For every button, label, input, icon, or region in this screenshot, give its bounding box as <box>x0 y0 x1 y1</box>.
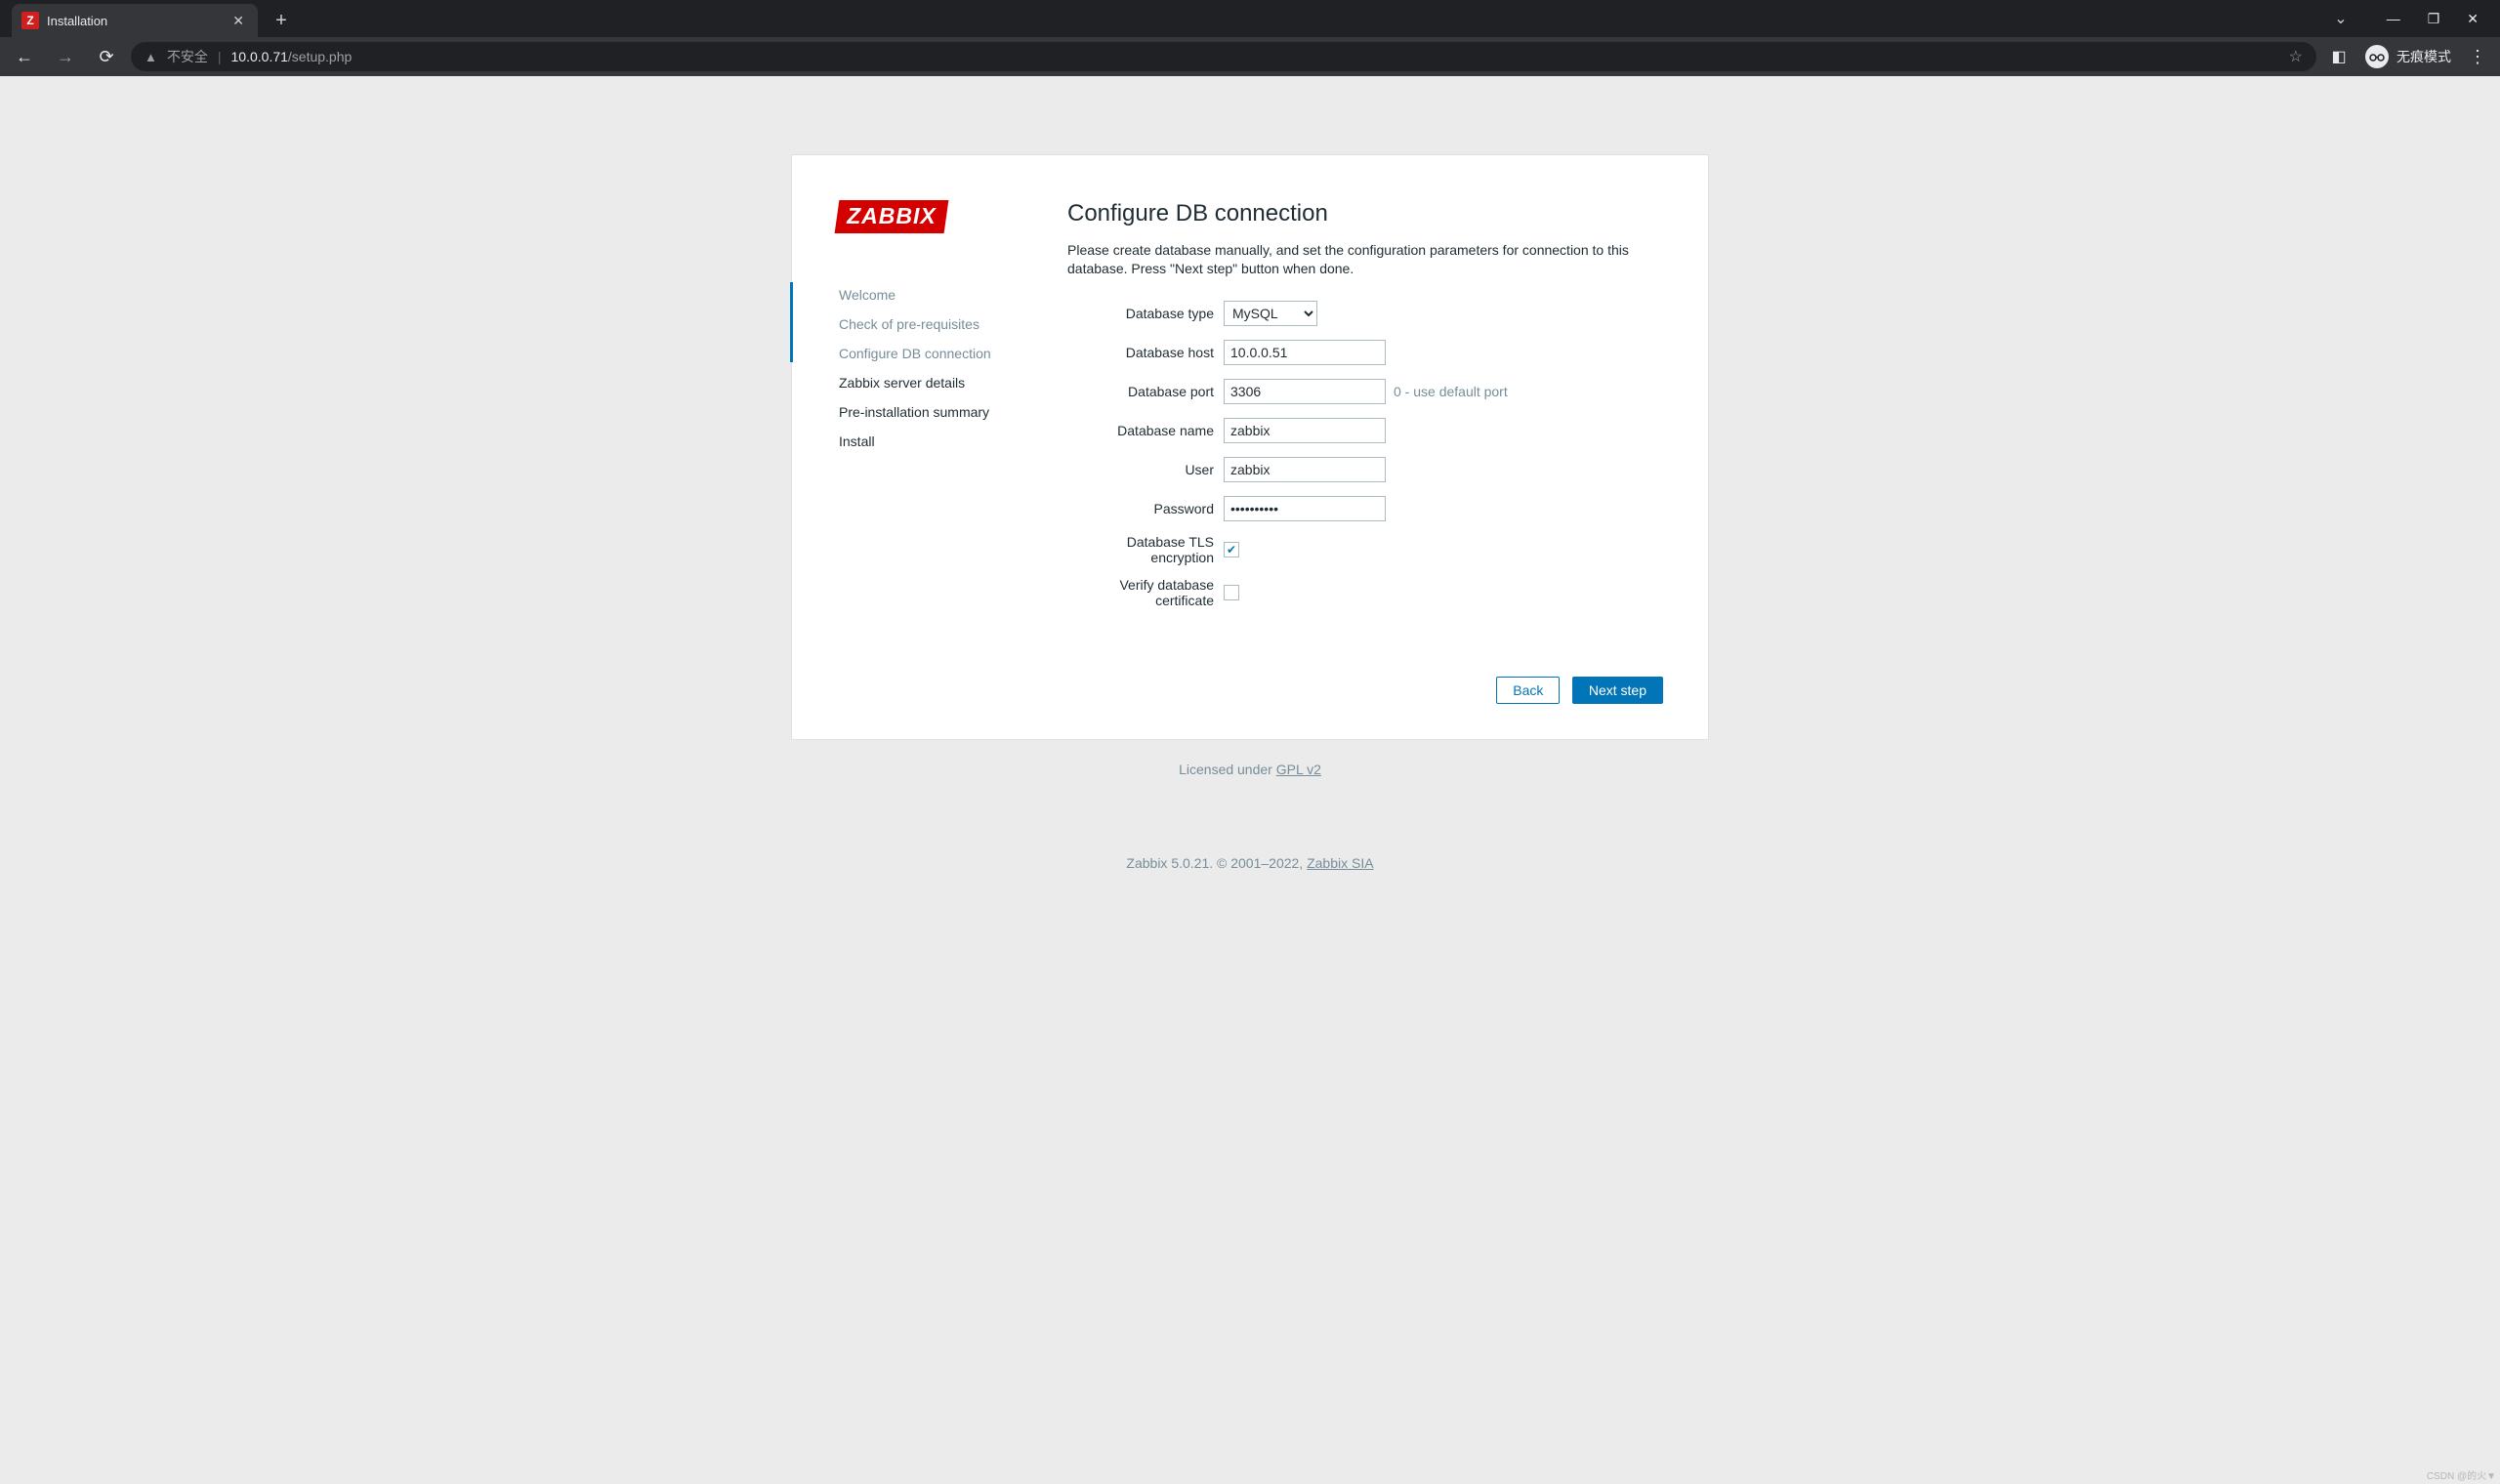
footer-link[interactable]: Zabbix SIA <box>1307 855 1373 871</box>
db-password-input[interactable] <box>1224 496 1386 521</box>
setup-steps-list: Welcome Check of pre-requisites Configur… <box>837 280 1028 456</box>
insecure-warning-icon: ▲ <box>145 50 157 64</box>
zabbix-logo: ZABBIX <box>835 200 948 233</box>
step-progress-marker <box>790 282 793 362</box>
new-tab-button[interactable]: + <box>268 7 295 34</box>
row-db-type: Database type MySQL <box>1067 300 1663 327</box>
license-link[interactable]: GPL v2 <box>1276 762 1321 777</box>
window-maximize-icon[interactable]: ❐ <box>2428 11 2440 27</box>
nav-forward-button[interactable]: → <box>49 40 82 73</box>
footer-line: Zabbix 5.0.21. © 2001–2022, Zabbix SIA <box>0 855 2500 890</box>
security-label: 不安全 <box>167 47 208 66</box>
page-description: Please create database manually, and set… <box>1067 241 1663 278</box>
browser-toolbar: ← → ⟳ ▲ 不安全 | 10.0.0.71/setup.php ☆ ◧ 无痕… <box>0 37 2500 76</box>
row-password: Password <box>1067 495 1663 522</box>
footer-prefix: Zabbix 5.0.21. © 2001–2022, <box>1126 855 1307 871</box>
browser-tab[interactable]: Z Installation ✕ <box>12 4 258 37</box>
url-host: 10.0.0.71 <box>231 49 288 64</box>
setup-card: ZABBIX Welcome Check of pre-requisites C… <box>791 154 1709 740</box>
tab-title: Installation <box>47 14 229 28</box>
label-db-host: Database host <box>1067 345 1224 360</box>
license-prefix: Licensed under <box>1179 762 1276 777</box>
tab-search-icon[interactable]: ⌄ <box>2334 9 2347 28</box>
step-summary: Pre-installation summary <box>839 397 1028 427</box>
label-tls: Database TLS encryption <box>1067 534 1224 565</box>
close-tab-icon[interactable]: ✕ <box>229 11 248 31</box>
license-line: Licensed under GPL v2 <box>0 762 2500 777</box>
bookmark-star-icon[interactable]: ☆ <box>2289 47 2303 66</box>
window-close-icon[interactable]: ✕ <box>2467 11 2479 27</box>
step-db-connection[interactable]: Configure DB connection <box>839 339 1028 368</box>
row-db-name: Database name <box>1067 417 1663 444</box>
db-host-input[interactable] <box>1224 340 1386 365</box>
tls-checkbox[interactable] <box>1224 542 1239 557</box>
browser-menu-icon[interactable]: ⋮ <box>2463 47 2492 67</box>
label-password: Password <box>1067 501 1224 516</box>
window-minimize-icon[interactable]: ― <box>2387 11 2400 26</box>
verify-cert-checkbox[interactable] <box>1224 585 1239 600</box>
db-type-select[interactable]: MySQL <box>1224 301 1317 326</box>
label-db-port: Database port <box>1067 384 1224 399</box>
db-port-input[interactable] <box>1224 379 1386 404</box>
row-verify-cert: Verify database certificate <box>1067 577 1663 608</box>
step-install: Install <box>839 427 1028 456</box>
db-name-input[interactable] <box>1224 418 1386 443</box>
separator: | <box>218 49 222 64</box>
row-db-port: Database port 0 - use default port <box>1067 378 1663 405</box>
incognito-icon <box>2365 45 2389 68</box>
nav-back-button[interactable]: ← <box>8 40 41 73</box>
back-button[interactable]: Back <box>1496 677 1560 704</box>
wizard-actions: Back Next step <box>1067 677 1663 704</box>
incognito-indicator[interactable]: 无痕模式 <box>2361 45 2455 68</box>
browser-tab-strip: Z Installation ✕ + ⌄ ― ❐ ✕ <box>0 0 2500 37</box>
row-db-host: Database host <box>1067 339 1663 366</box>
row-tls: Database TLS encryption <box>1067 534 1663 565</box>
step-welcome[interactable]: Welcome <box>839 280 1028 309</box>
tab-favicon: Z <box>21 12 39 29</box>
nav-reload-button[interactable]: ⟳ <box>90 40 123 73</box>
setup-main: Configure DB connection Please create da… <box>1067 200 1663 704</box>
step-server-details: Zabbix server details <box>839 368 1028 397</box>
url-path: /setup.php <box>288 49 352 64</box>
side-panel-icon[interactable]: ◧ <box>2324 42 2354 71</box>
page-viewport[interactable]: ZABBIX Welcome Check of pre-requisites C… <box>0 76 2500 1484</box>
incognito-label: 无痕模式 <box>2396 47 2451 66</box>
window-controls: ⌄ ― ❐ ✕ <box>2334 0 2500 37</box>
address-bar[interactable]: ▲ 不安全 | 10.0.0.71/setup.php ☆ <box>131 42 2316 71</box>
step-prerequisites[interactable]: Check of pre-requisites <box>839 309 1028 339</box>
setup-sidebar: ZABBIX Welcome Check of pre-requisites C… <box>837 200 1028 704</box>
label-db-name: Database name <box>1067 423 1224 438</box>
db-user-input[interactable] <box>1224 457 1386 482</box>
label-verify-cert: Verify database certificate <box>1067 577 1224 608</box>
page-heading: Configure DB connection <box>1067 200 1663 227</box>
label-user: User <box>1067 462 1224 477</box>
db-port-hint: 0 - use default port <box>1394 384 1508 399</box>
row-user: User <box>1067 456 1663 483</box>
next-step-button[interactable]: Next step <box>1572 677 1663 704</box>
label-db-type: Database type <box>1067 306 1224 321</box>
